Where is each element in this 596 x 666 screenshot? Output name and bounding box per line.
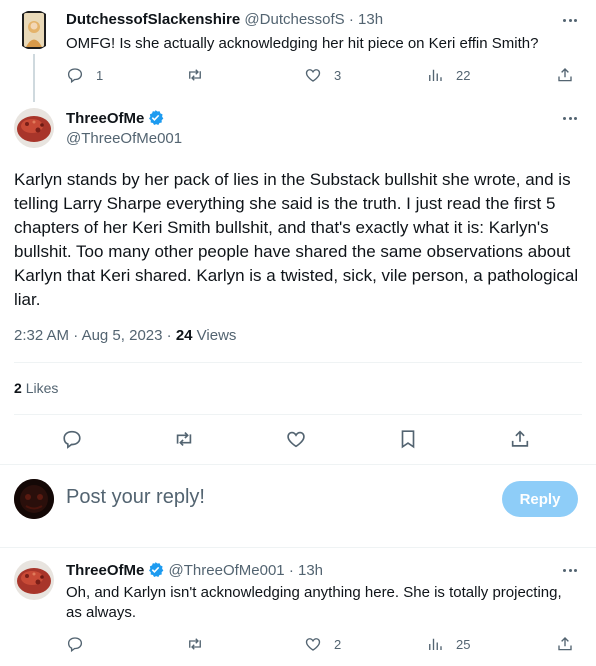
verified-badge-icon	[149, 110, 164, 126]
share-button[interactable]	[556, 66, 574, 84]
timestamp[interactable]: 13h	[358, 11, 383, 28]
retweet-icon	[189, 69, 201, 81]
handle[interactable]: @ThreeOfMe001	[169, 562, 285, 579]
bookmark-icon	[401, 430, 415, 449]
share-icon	[511, 430, 529, 447]
separator: ·	[348, 11, 354, 28]
views-button[interactable]: 25	[426, 635, 470, 653]
separator: ·	[73, 327, 79, 344]
more-icon[interactable]	[560, 10, 580, 30]
reply-input[interactable]: Post your reply!	[66, 486, 486, 509]
bookmark-button[interactable]	[397, 428, 419, 450]
avatar-dutchess[interactable]	[14, 10, 54, 50]
tweet-header: ThreeOfMe @ThreeOfMe001 · 13h	[66, 561, 323, 579]
tweet-text: Karlyn stands by her pack of lies in the…	[14, 170, 579, 309]
retweet-button[interactable]	[186, 66, 204, 84]
separator: ·	[166, 327, 172, 344]
display-name[interactable]: ThreeOfMe	[66, 110, 144, 127]
display-name[interactable]: ThreeOfMe	[66, 562, 144, 579]
retweet-button[interactable]	[186, 635, 204, 653]
retweet-icon	[189, 638, 201, 650]
tweet-date[interactable]: Aug 5, 2023	[82, 327, 163, 344]
like-button[interactable]: 3	[304, 66, 341, 84]
like-icon	[305, 69, 321, 82]
retweet-icon	[176, 431, 192, 447]
like-button[interactable]	[285, 428, 307, 450]
avatar-current-user[interactable]	[14, 479, 54, 519]
tweet-time[interactable]: 2:32 AM	[14, 327, 69, 344]
like-count: 3	[334, 67, 342, 83]
tweet-text: Oh, and Karlyn isn't acknowledging anyth…	[66, 584, 562, 621]
main-divider-2	[14, 414, 582, 415]
tweet-meta: 2:32 AM · Aug 5, 2023 · 24 Views	[14, 327, 236, 344]
views-label: Views	[196, 327, 237, 344]
retweet-button[interactable]	[173, 428, 195, 450]
views-count: 24	[175, 327, 193, 344]
verified-badge-icon	[149, 562, 164, 578]
views-button[interactable]: 22	[426, 66, 470, 84]
timestamp[interactable]: 13h	[298, 562, 323, 579]
like-icon	[305, 638, 321, 651]
like-count: 2	[334, 636, 342, 652]
likes-count: 2	[14, 380, 22, 396]
reply-count: 1	[96, 67, 104, 83]
likes-label: Likes	[25, 380, 59, 396]
views-count: 22	[456, 67, 471, 83]
tweet-header: ThreeOfMe	[66, 109, 164, 127]
display-name[interactable]: DutchessofSlackenshire	[66, 11, 240, 28]
handle[interactable]: @ThreeOfMe001	[66, 130, 182, 147]
like-button[interactable]: 2	[304, 635, 341, 653]
reply-button[interactable]	[61, 428, 83, 450]
reply-submit-button[interactable]: Reply	[502, 481, 578, 517]
views-icon	[429, 638, 442, 650]
separator: ·	[288, 562, 294, 579]
reply-icon	[67, 68, 83, 84]
section-divider	[0, 464, 596, 465]
more-icon[interactable]	[560, 560, 580, 580]
reply-icon	[63, 430, 81, 449]
avatar-threeofme[interactable]	[14, 108, 54, 148]
reply-button[interactable]	[66, 635, 84, 653]
avatar-threeofme[interactable]	[14, 560, 54, 600]
more-icon[interactable]	[560, 108, 580, 128]
share-button[interactable]	[509, 428, 531, 450]
section-divider	[0, 547, 596, 548]
reply-button[interactable]: 1	[66, 66, 103, 84]
views-count: 25	[456, 636, 471, 652]
tweet-text: OMFG! Is she actually acknowledging her …	[66, 35, 539, 52]
share-button[interactable]	[556, 635, 574, 653]
reply-icon	[67, 637, 83, 653]
share-icon	[558, 68, 572, 82]
share-icon	[558, 637, 572, 651]
likes-summary[interactable]: 2 Likes	[14, 380, 58, 396]
tweet-header: DutchessofSlackenshire @DutchessofS · 13…	[66, 11, 383, 28]
main-divider-1	[14, 362, 582, 363]
thread-line	[33, 54, 35, 102]
handle[interactable]: @DutchessofS	[244, 11, 344, 28]
views-icon	[429, 69, 442, 81]
like-icon	[287, 431, 305, 448]
